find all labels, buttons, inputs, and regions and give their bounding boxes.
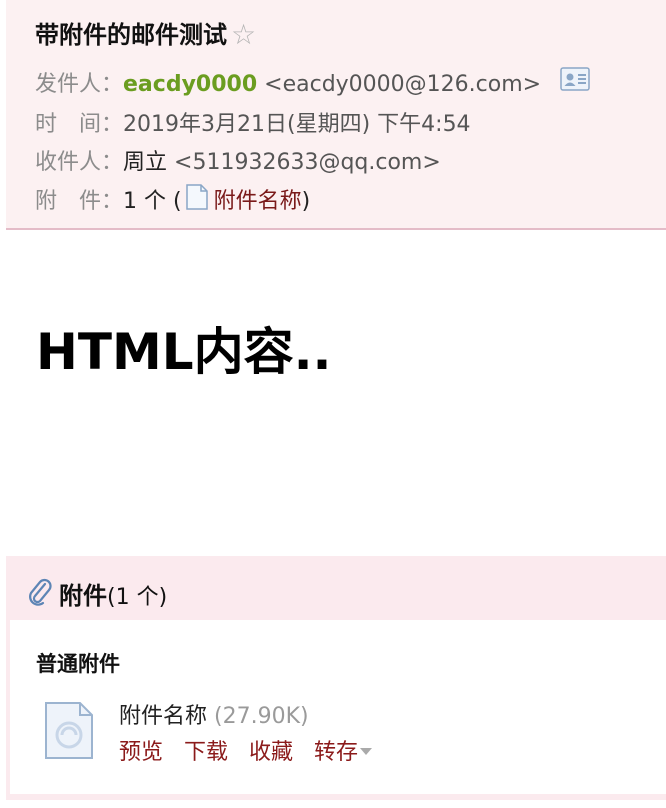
time-row: 时 间：2019年3月21日(星期四) 下午4:54 [35,106,471,138]
time-value: 2019年3月21日(星期四) 下午4:54 [123,112,471,137]
file-name-text: 附件名称 [119,704,208,729]
attachments-count: (1 个) [107,585,168,610]
subject-text: 带附件的邮件测试 [35,21,227,49]
attachment-group-title: 普通附件 [36,652,120,676]
recipient-email: <511932633@qq.com> [174,150,441,175]
contact-card-icon[interactable] [560,67,590,97]
attachment-file-name: 附件名称 (27.90K) [119,698,309,730]
dropdown-caret-icon[interactable] [360,747,373,755]
from-row: 发件人：eacdy0000 <eacdy0000@126.com> [35,66,590,100]
file-icon [184,183,210,217]
attachments-title: 附件 [59,582,107,610]
download-link[interactable]: 下载 [184,740,228,765]
attachments-panel: 普通附件 附件名称 (27.90K) 预览 下载 收藏 转存 [10,620,666,794]
mail-subject: 带附件的邮件测试 ☆ [35,15,256,51]
favorite-link[interactable]: 收藏 [249,740,293,765]
attachment-row: 附 件：1 个 ( 附件名称) [35,183,310,219]
sender-email: <eacdy0000@126.com> [264,72,542,97]
file-icon[interactable] [42,700,96,766]
attachment-link[interactable]: 附件名称 [214,189,302,214]
time-label: 时 间： [35,112,124,137]
to-label: 收件人： [35,150,124,175]
attach-label: 附 件： [35,189,124,214]
sender-name[interactable]: eacdy0000 [123,72,257,97]
from-label: 发件人： [35,72,124,97]
attachments-section: 附件(1 个) 普通附件 附件名称 (27.90K) 预览 下载 收藏 转存 [6,556,666,800]
preview-link[interactable]: 预览 [119,740,163,765]
to-row: 收件人：周立 <511932633@qq.com> [35,144,441,176]
file-size: (27.90K) [214,704,309,729]
paperclip-icon [27,578,53,612]
star-icon[interactable]: ☆ [231,18,256,51]
attachments-header: 附件(1 个) [27,576,167,614]
attachment-actions: 预览 下载 收藏 转存 [119,734,373,766]
mail-header: 带附件的邮件测试 ☆ 发件人：eacdy0000 <eacdy0000@126.c… [6,0,666,230]
attach-close: ) [301,189,311,214]
recipient-name[interactable]: 周立 [123,150,167,175]
save-to-link[interactable]: 转存 [314,740,358,765]
attach-count: 1 个 ( [123,189,182,214]
mail-body-content: HTML内容.. [36,323,332,381]
